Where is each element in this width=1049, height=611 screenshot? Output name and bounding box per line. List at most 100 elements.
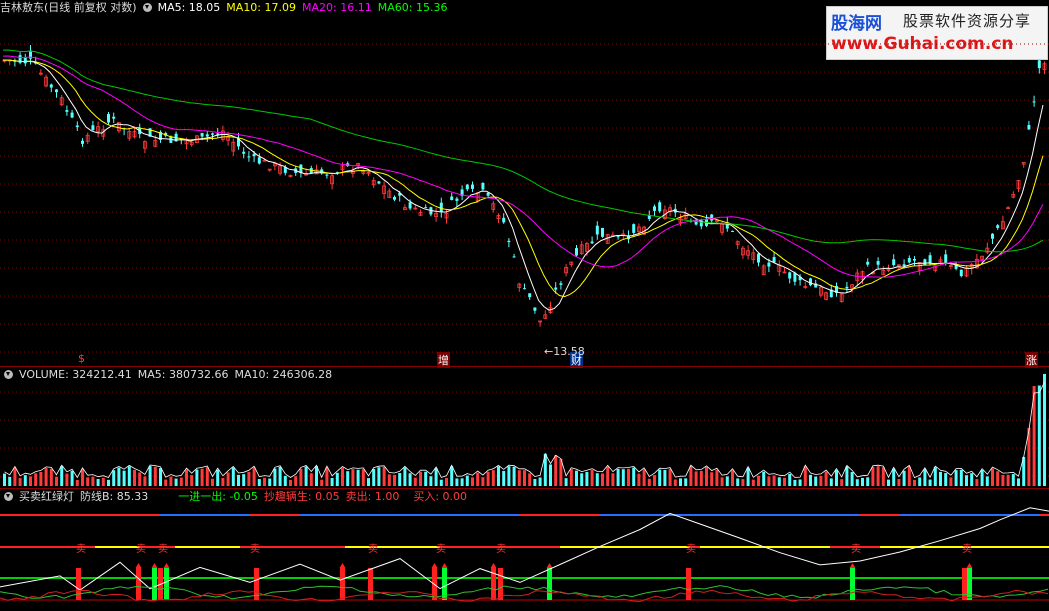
volume-bar	[133, 469, 136, 486]
volume-bar	[49, 468, 53, 486]
volume-bar	[283, 475, 287, 486]
candle	[377, 181, 381, 184]
volume-bar	[304, 466, 308, 486]
volume-bar	[881, 467, 885, 486]
volume-bar	[528, 473, 532, 486]
volume-bar	[497, 466, 500, 486]
candle	[616, 236, 620, 238]
volume-bar	[200, 468, 204, 486]
volume-bar	[694, 471, 698, 486]
volume-bar	[533, 478, 537, 486]
kline-chart[interactable]	[0, 0, 1049, 611]
signal-bar	[850, 568, 855, 600]
event-marker-left[interactable]: $	[78, 352, 85, 365]
volume-bar	[174, 478, 178, 486]
volume-bar	[465, 475, 469, 486]
volume-bar	[564, 478, 568, 486]
signal-bar	[76, 568, 81, 600]
volume-bar	[777, 477, 781, 486]
signal-arrow-icon	[966, 563, 973, 568]
candle	[393, 196, 396, 200]
candle	[465, 184, 469, 190]
volume-bar	[107, 479, 110, 486]
volume-bar	[86, 477, 90, 486]
volume-bar	[569, 468, 573, 486]
volume-bar	[278, 466, 282, 486]
volume-bar	[705, 467, 708, 486]
signal-arrow-icon	[431, 563, 438, 568]
volume-bar	[1043, 373, 1046, 486]
volume-bar	[216, 469, 220, 486]
sell-signal-label: 卖	[436, 544, 446, 555]
dropdown-icon[interactable]	[4, 370, 13, 379]
volume-bar	[985, 476, 989, 486]
volume-bar	[419, 471, 422, 486]
candle	[107, 113, 110, 123]
volume-bar	[944, 473, 948, 486]
candle	[91, 125, 95, 131]
volume-bar	[720, 477, 724, 486]
volume-bar	[460, 478, 464, 486]
candle	[845, 286, 849, 289]
volume-bar	[647, 478, 651, 486]
volume-bar	[18, 478, 22, 486]
volume-bar	[819, 475, 823, 486]
volume-bar	[970, 473, 974, 486]
volume-bar	[907, 466, 911, 486]
volume-bar	[871, 466, 875, 486]
candle	[512, 256, 516, 258]
volume-bar	[762, 471, 766, 486]
volume-bar	[101, 477, 105, 486]
signal-arrow-icon	[490, 563, 497, 568]
maichu-value: 卖出: 1.00	[345, 490, 400, 503]
candle	[923, 259, 927, 266]
volume-bar	[757, 475, 760, 486]
volume-bar	[892, 468, 896, 486]
volume-bar	[1006, 474, 1010, 486]
volume-bar	[959, 469, 963, 486]
candle	[767, 262, 771, 267]
volume-bar	[861, 477, 864, 486]
candle	[876, 261, 880, 265]
volume-bar	[954, 470, 958, 486]
volume-bar	[684, 478, 688, 486]
dropdown-icon[interactable]	[4, 492, 13, 501]
volume-bar	[746, 467, 750, 486]
volume-bar	[611, 473, 615, 486]
indicator-name[interactable]: 买卖红绿灯	[19, 490, 74, 503]
oscillator-line-green	[0, 585, 1049, 600]
candle	[590, 241, 594, 244]
candle	[913, 258, 916, 261]
volume-bar	[751, 479, 755, 486]
volume-bar	[60, 466, 64, 486]
volume-bar	[788, 473, 792, 486]
volume-bar	[96, 479, 100, 486]
volume-bar	[476, 472, 480, 486]
volume-bar	[689, 466, 693, 486]
signal-bar	[368, 568, 373, 600]
volume-bar	[1017, 478, 1020, 486]
volume-bar	[996, 471, 1000, 486]
candle	[75, 125, 79, 128]
candle	[772, 257, 776, 263]
volume-bar	[387, 474, 391, 486]
volume-ma10: MA10: 246306.28	[234, 368, 333, 381]
volume-bar	[725, 476, 729, 486]
volume-bar	[554, 455, 558, 486]
volume-bar	[1011, 474, 1015, 486]
volume-bar	[185, 469, 188, 486]
candle	[257, 157, 261, 164]
volume-bar	[257, 479, 261, 486]
volume-bar	[632, 467, 636, 486]
candle	[757, 253, 760, 263]
candle	[554, 287, 558, 290]
candle	[658, 202, 662, 212]
volume-bar	[81, 469, 84, 486]
volume-bar	[231, 467, 235, 486]
volume-bar	[429, 476, 433, 486]
volume-bar	[949, 477, 953, 486]
signal-bar	[164, 568, 169, 600]
volume-bar	[112, 470, 116, 486]
candle	[575, 248, 578, 256]
signal-bar	[962, 568, 967, 600]
